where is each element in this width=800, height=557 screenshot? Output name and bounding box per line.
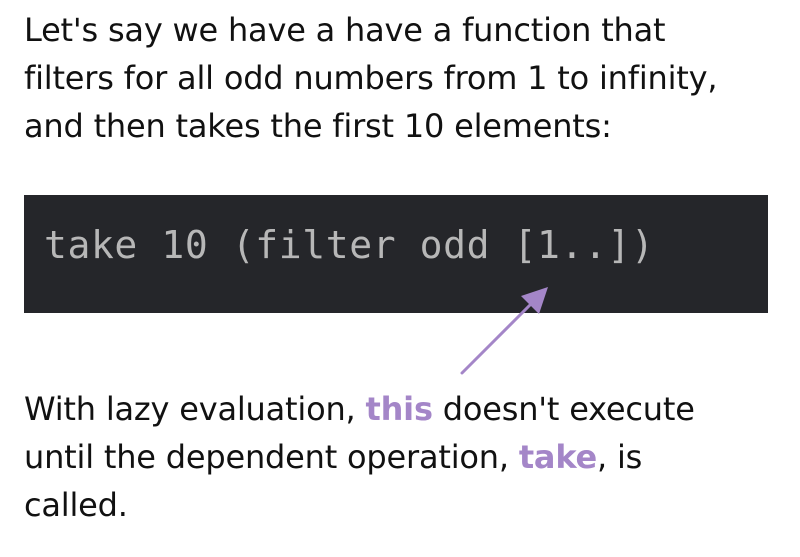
intro-line-3: and then takes the first 10 elements: — [24, 107, 612, 145]
note-line-1: With lazy evaluation, this doesn't execu… — [24, 385, 794, 433]
intro-line-1: Let's say we have a have a function that — [24, 11, 666, 49]
code-expression: take 10 (filter odd [1..]) — [44, 223, 655, 267]
highlight-take: take — [518, 438, 598, 476]
note-line-1-post: doesn't execute — [432, 390, 695, 428]
note-line-1-pre: With lazy evaluation, — [24, 390, 366, 428]
note-line-2: until the dependent operation, take, is — [24, 433, 794, 481]
intro-line-2: filters for all odd numbers from 1 to in… — [24, 59, 718, 97]
note-line-2-post: , is — [597, 438, 643, 476]
note-line-2-pre: until the dependent operation, — [24, 438, 519, 476]
explanation-text: With lazy evaluation, this doesn't execu… — [24, 385, 794, 529]
note-line-3: called. — [24, 486, 128, 524]
code-block: take 10 (filter odd [1..]) — [24, 195, 768, 313]
highlight-this: this — [365, 390, 433, 428]
intro-text: Let's say we have a have a function that… — [24, 6, 794, 150]
